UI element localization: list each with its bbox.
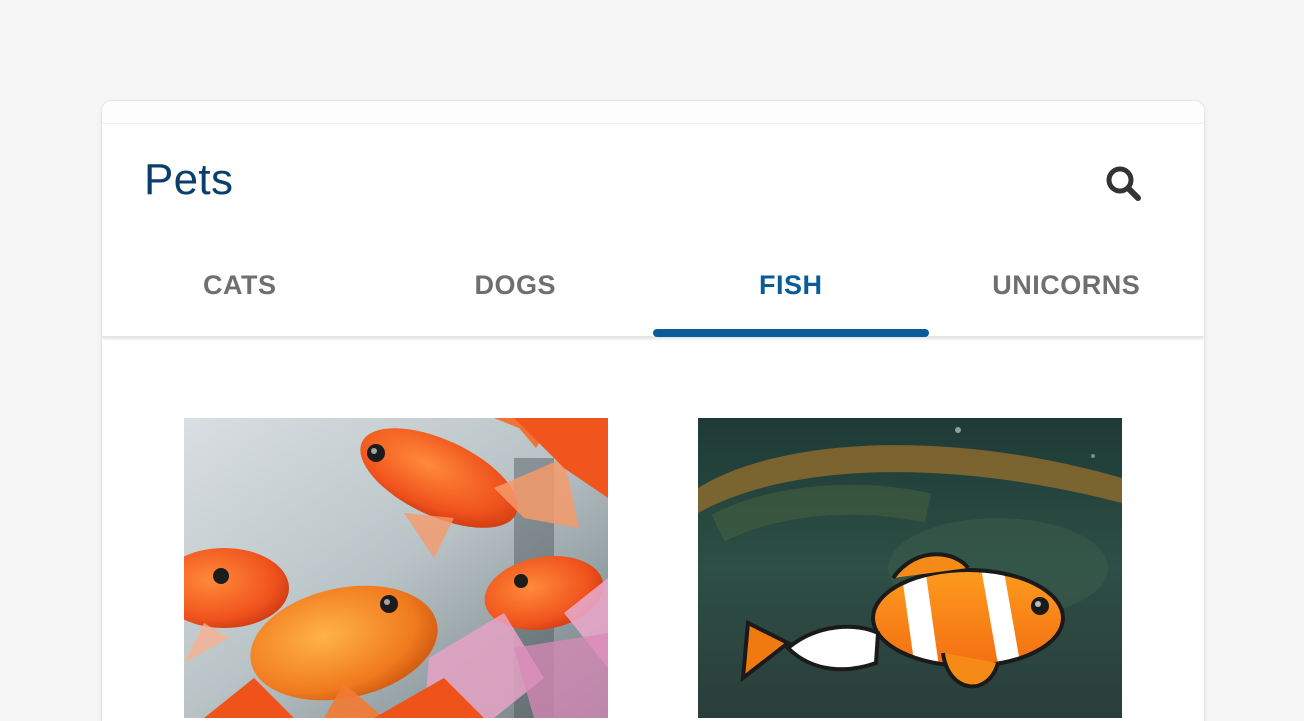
gallery: [102, 337, 1204, 721]
tab-bar: CATS DOGS FISH UNICORNS: [102, 254, 1205, 337]
search-icon: [1106, 166, 1141, 201]
clownfish-photo[interactable]: [698, 418, 1122, 718]
tab-cats-label: CATS: [203, 270, 277, 300]
pets-card: Pets CATS DOGS FISH UNICORNS: [102, 101, 1204, 721]
tab-cats[interactable]: CATS: [102, 254, 378, 336]
tab-fish[interactable]: FISH: [653, 254, 929, 337]
page-title: Pets: [144, 155, 234, 204]
tab-unicorns-label: UNICORNS: [992, 270, 1141, 300]
app-bar: Pets CATS DOGS FISH UNICORNS: [102, 124, 1204, 337]
tab-fish-label: FISH: [758, 270, 823, 300]
active-tab-indicator: [653, 329, 929, 337]
tab-dogs-label: DOGS: [474, 270, 556, 300]
tab-dogs[interactable]: DOGS: [378, 254, 654, 336]
card-top-strip: [102, 101, 1204, 124]
search-button[interactable]: [1100, 160, 1148, 208]
tab-unicorns[interactable]: UNICORNS: [929, 254, 1205, 336]
goldfish-photo[interactable]: [184, 418, 608, 718]
